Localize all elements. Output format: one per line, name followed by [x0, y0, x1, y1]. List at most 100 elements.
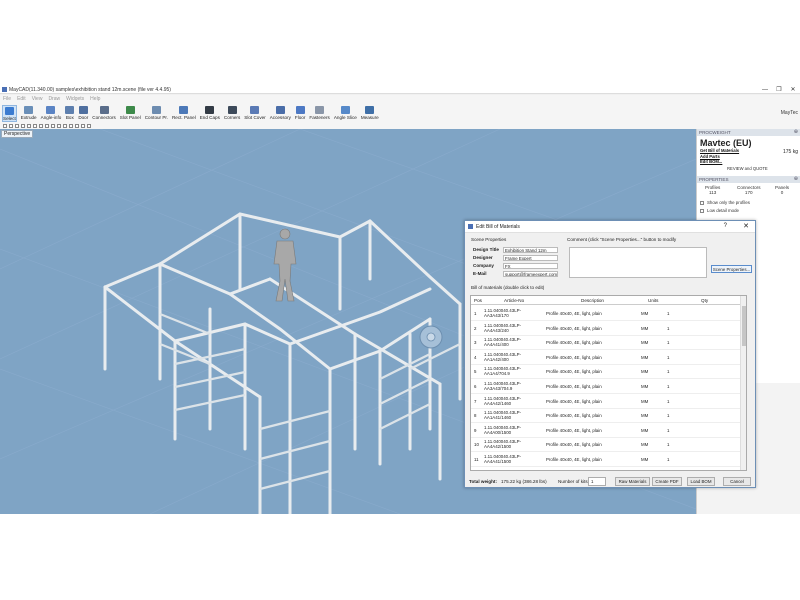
select-icon: [4, 107, 14, 115]
table-row[interactable]: 3 1.11.040040.43LP-AA4A41/400 Profile 40x4…: [471, 335, 741, 351]
cell-description: Profile 40x40, 4E, light, plain: [546, 457, 602, 462]
show-only-profiles-checkbox[interactable]: Show only the profiles: [700, 200, 750, 205]
cell-article-no: 1.11.040040.43LP-AA3A43/704.9: [484, 381, 522, 391]
cell-article-no: 1.11.040040.43LP-AA4A42/1500: [484, 439, 522, 450]
edit-bom-link[interactable]: Edit BOM...: [700, 159, 739, 165]
cell-qty: 1: [667, 340, 670, 346]
paste-icon[interactable]: [39, 123, 43, 128]
raw-materials-button[interactable]: Raw Materials: [615, 477, 650, 486]
close-dialog-button[interactable]: ✕: [743, 222, 749, 230]
email-label: E-Mail: [473, 271, 487, 276]
redo-icon[interactable]: [51, 123, 55, 128]
zoom-out-icon[interactable]: [63, 123, 67, 128]
tool-select[interactable]: Select: [2, 105, 17, 122]
undo-icon[interactable]: [45, 123, 49, 128]
col-article-no[interactable]: Article-No: [504, 298, 524, 303]
table-row[interactable]: 1 1.11.040040.43LP-AA3A43/170 Profile 40x4…: [471, 306, 741, 321]
get-bom-link[interactable]: Get Bill of Materials: [700, 148, 739, 154]
menu-help[interactable]: Help: [90, 96, 100, 102]
cell-pos: 6: [474, 384, 477, 389]
tool-slot-panel[interactable]: Slot Panel: [120, 105, 141, 122]
perspective-label[interactable]: Perspective: [1, 130, 34, 138]
view-icon[interactable]: [87, 123, 91, 128]
menu-file[interactable]: File: [3, 96, 11, 102]
table-row[interactable]: 9 1.11.040040.43LP-AA4A00/1500 Profile 40x…: [471, 423, 741, 438]
menu-widgets[interactable]: Widgets: [66, 96, 84, 102]
scrollbar-thumb[interactable]: [742, 306, 746, 346]
tool-fasteners[interactable]: Fasteners: [309, 105, 330, 122]
col-units[interactable]: Units: [648, 298, 658, 303]
tool-box[interactable]: Box: [65, 105, 75, 122]
angle-slice-icon: [340, 106, 350, 114]
cell-description: Profile 40x40, 4E, light, plain: [546, 311, 602, 316]
tool-floor[interactable]: Floor: [295, 105, 305, 122]
connectors-icon: [99, 106, 109, 114]
table-row[interactable]: 10 1.11.040040.43LP-AA4A42/1500 Profile 40…: [471, 437, 741, 453]
pin-icon[interactable]: ⊕: [794, 176, 798, 183]
table-row[interactable]: 4 1.11.040040.43LP-AA1A42/400 Profile 40x4…: [471, 350, 741, 365]
table-row[interactable]: 7 1.11.040040.43LP-AA4A42/1460 Profile 40x…: [471, 394, 741, 409]
menu-draw[interactable]: Draw: [48, 96, 60, 102]
close-window-button[interactable]: ✕: [786, 86, 800, 94]
tool-contour-pr[interactable]: Contour Pr.: [145, 105, 168, 122]
minimize-button[interactable]: —: [758, 86, 772, 94]
zoom-in-icon[interactable]: [57, 123, 61, 128]
tool-angle-slice[interactable]: Angle Slice: [334, 105, 357, 122]
open-icon[interactable]: [9, 123, 13, 128]
tool-angle-info[interactable]: Angle-info: [41, 105, 61, 122]
scene-properties-label: Scene Properties: [471, 237, 507, 242]
load-bom-button[interactable]: Load BOM: [687, 477, 715, 486]
accessory-icon: [275, 106, 285, 114]
table-row[interactable]: 2 1.11.040040.43LP-AA4A43/240 Profile 40x4…: [471, 321, 741, 336]
col-description[interactable]: Description: [581, 298, 604, 303]
col-pos[interactable]: Pos: [474, 298, 482, 303]
menu-edit[interactable]: Edit: [17, 96, 26, 102]
tool-end-caps[interactable]: End Caps: [200, 105, 220, 122]
render-icon[interactable]: [81, 123, 85, 128]
company-field: FX: [503, 263, 558, 269]
tool-connectors[interactable]: Connectors: [92, 105, 116, 122]
new-icon[interactable]: [3, 123, 7, 128]
pin-icon[interactable]: ⊕: [794, 129, 798, 136]
bom-table[interactable]: Pos Article-No Description Units Qty 1 1.…: [470, 295, 747, 471]
kits-spinbox[interactable]: 1: [588, 477, 606, 486]
help-button[interactable]: ?: [724, 223, 727, 229]
low-detail-mode-checkbox[interactable]: Low detail mode: [700, 208, 739, 213]
tool-corners[interactable]: Corners: [224, 105, 240, 122]
tool-rect-panel[interactable]: Rect. Panel: [172, 105, 196, 122]
create-pdf-button[interactable]: Create PDF: [652, 477, 682, 486]
table-row[interactable]: 6 1.11.040040.43LP-AA3A43/704.9 Profile 40…: [471, 379, 741, 394]
table-row[interactable]: 11 1.11.040040.43LP-AA4A41/1500 Profile 40…: [471, 452, 741, 467]
scene-properties-button[interactable]: Scene Properties...: [711, 265, 752, 273]
cut-icon[interactable]: [27, 123, 31, 128]
tool-label: End Caps: [199, 115, 220, 120]
tool-door[interactable]: Door: [78, 105, 88, 122]
navigation-gizmo[interactable]: [419, 325, 443, 349]
zoom-fit-icon[interactable]: [69, 123, 73, 128]
tool-label: Extrude: [20, 115, 37, 120]
cell-units: MM: [641, 427, 649, 433]
restore-button[interactable]: ❐: [772, 86, 786, 94]
email-field: support@frameexpert.com: [503, 271, 558, 277]
col-qty[interactable]: Qty: [701, 298, 708, 303]
tool-accessory[interactable]: Accessory: [270, 105, 291, 122]
cell-units: MM: [641, 457, 649, 462]
review-quote-link[interactable]: REVIEW and QUOTE: [727, 166, 768, 171]
grid-icon[interactable]: [75, 123, 79, 128]
connectors-count: Connectors 170: [737, 185, 761, 195]
print-icon[interactable]: [21, 123, 25, 128]
table-scrollbar[interactable]: [740, 296, 746, 470]
tool-slot-cover[interactable]: Slot Cover: [244, 105, 266, 122]
save-icon[interactable]: [15, 123, 19, 128]
table-row[interactable]: 5 1.11.040040.43LP-AA1A4/704.9 Profile 40x…: [471, 364, 741, 380]
cell-qty: 1: [667, 384, 670, 389]
copy-icon[interactable]: [33, 123, 37, 128]
tool-label: Floor: [294, 115, 306, 120]
menu-view[interactable]: View: [32, 96, 43, 102]
tool-extrude[interactable]: Extrude: [21, 105, 37, 122]
cell-pos: 5: [474, 369, 477, 375]
tool-measure[interactable]: Measure: [361, 105, 379, 122]
table-row[interactable]: 8 1.11.040040.43LP-AA1A41/1460 Profile 40x…: [471, 408, 741, 424]
table-row[interactable]: 121.11.040040.43LP-: [471, 467, 741, 470]
cancel-button[interactable]: Cancel: [723, 477, 751, 486]
